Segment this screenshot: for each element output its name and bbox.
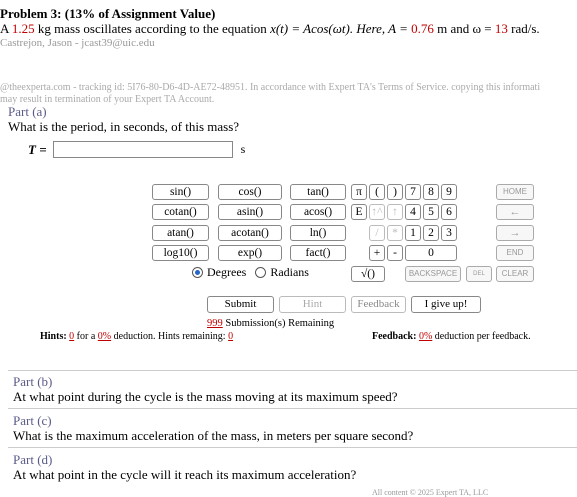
divider bbox=[8, 370, 577, 371]
key-9[interactable]: 9 bbox=[441, 184, 457, 200]
clear-key[interactable]: CLEAR bbox=[496, 266, 534, 282]
part-c-section: Part (c) What is the maximum acceleratio… bbox=[13, 413, 413, 443]
acos-button[interactable]: acos() bbox=[290, 204, 346, 220]
backspace-key[interactable]: BACKSPACE bbox=[405, 266, 461, 282]
key-1[interactable]: 1 bbox=[405, 225, 421, 241]
pi-key[interactable]: π bbox=[351, 184, 367, 200]
feedback-info: Feedback: 0% deduction per feedback. bbox=[372, 331, 531, 342]
part-b-question: At what point during the cycle is the ma… bbox=[13, 389, 398, 404]
radians-label: Radians bbox=[270, 265, 309, 279]
asin-button[interactable]: asin() bbox=[218, 204, 282, 220]
divider bbox=[8, 447, 577, 448]
hints-info: Hints: 0 for a 0% deduction. Hints remai… bbox=[40, 331, 234, 342]
key-3[interactable]: 3 bbox=[441, 225, 457, 241]
degrees-radio[interactable] bbox=[192, 267, 203, 278]
radians-radio[interactable] bbox=[255, 267, 267, 278]
tan-button[interactable]: tan() bbox=[290, 184, 346, 200]
log10-button[interactable]: log10() bbox=[152, 245, 209, 261]
right-paren-key[interactable]: ) bbox=[387, 184, 403, 200]
submissions-remaining: 999 Submission(s) Remaining bbox=[207, 318, 335, 329]
up-arrow-icon[interactable]: ↑ bbox=[387, 204, 403, 220]
fact-button[interactable]: fact() bbox=[290, 245, 346, 261]
tracking-notice: @theexperta.com - tracking id: 5I76-80-D… bbox=[0, 82, 541, 105]
plus-key[interactable]: + bbox=[369, 245, 385, 261]
mass-value: 1.25 bbox=[11, 21, 35, 36]
home-key[interactable]: HOME bbox=[496, 184, 534, 200]
hint-button[interactable]: Hint bbox=[279, 296, 346, 313]
multiply-key[interactable]: * bbox=[387, 225, 403, 241]
omega-value: 13 bbox=[494, 21, 508, 36]
sqrt-key[interactable]: √() bbox=[351, 266, 385, 282]
part-b-label: Part (b) bbox=[13, 374, 53, 389]
answer-input[interactable] bbox=[52, 141, 233, 158]
footer-copyright: All content © 2025 Expert TA, LLC bbox=[372, 488, 489, 497]
part-c-question: What is the maximum acceleration of the … bbox=[13, 428, 414, 443]
del-key[interactable]: DEL bbox=[466, 266, 492, 282]
author-line: Castrejon, Jason - jcast39@uic.edu bbox=[0, 37, 155, 49]
give-up-button[interactable]: I give up! bbox=[411, 296, 481, 313]
right-arrow-icon[interactable]: → bbox=[496, 225, 534, 241]
acotan-button[interactable]: acotan() bbox=[218, 225, 282, 241]
answer-row: T = s bbox=[28, 141, 245, 158]
cotan-button[interactable]: cotan() bbox=[152, 204, 209, 220]
key-5[interactable]: 5 bbox=[423, 204, 439, 220]
key-6[interactable]: 6 bbox=[441, 204, 457, 220]
part-a-label: Part (a) bbox=[8, 104, 47, 119]
problem-statement: A 1.25 kg mass oscillates according to t… bbox=[0, 21, 540, 36]
part-b-section: Part (b) At what point during the cycle … bbox=[13, 374, 398, 404]
key-7[interactable]: 7 bbox=[405, 184, 421, 200]
part-c-label: Part (c) bbox=[13, 413, 52, 428]
degrees-label: Degrees bbox=[207, 265, 247, 279]
answer-label: T = bbox=[28, 141, 47, 157]
ln-button[interactable]: ln() bbox=[290, 225, 346, 241]
sin-button[interactable]: sin() bbox=[152, 184, 209, 200]
angle-mode: Degrees Radians bbox=[192, 265, 309, 280]
minus-key[interactable]: - bbox=[387, 245, 403, 261]
end-key[interactable]: END bbox=[496, 245, 534, 261]
feedback-button[interactable]: Feedback bbox=[351, 296, 406, 313]
key-8[interactable]: 8 bbox=[423, 184, 439, 200]
answer-unit: s bbox=[240, 142, 246, 156]
left-arrow-icon[interactable]: ← bbox=[496, 204, 534, 220]
part-d-question: At what point in the cycle will it reach… bbox=[13, 467, 357, 482]
cos-button[interactable]: cos() bbox=[218, 184, 282, 200]
part-a-question: What is the period, in seconds, of this … bbox=[8, 119, 240, 134]
part-d-label: Part (d) bbox=[13, 452, 53, 467]
atan-button[interactable]: atan() bbox=[152, 225, 209, 241]
left-paren-key[interactable]: ( bbox=[369, 184, 385, 200]
key-0[interactable]: 0 bbox=[405, 245, 457, 261]
exp-button[interactable]: exp() bbox=[218, 245, 282, 261]
part-d-section: Part (d) At what point in the cycle will… bbox=[13, 452, 356, 482]
amplitude-value: 0.76 bbox=[411, 21, 434, 36]
e-key[interactable]: E bbox=[351, 204, 367, 220]
divide-key[interactable]: / bbox=[369, 225, 385, 241]
problem-header: Problem 3: (13% of Assignment Value) A 1… bbox=[0, 6, 577, 50]
key-4[interactable]: 4 bbox=[405, 204, 421, 220]
power-key[interactable]: ↑^ bbox=[369, 204, 385, 220]
key-2[interactable]: 2 bbox=[423, 225, 439, 241]
divider bbox=[8, 408, 577, 409]
problem-title: Problem 3: (13% of Assignment Value) bbox=[0, 6, 216, 21]
submit-button[interactable]: Submit bbox=[207, 296, 274, 313]
